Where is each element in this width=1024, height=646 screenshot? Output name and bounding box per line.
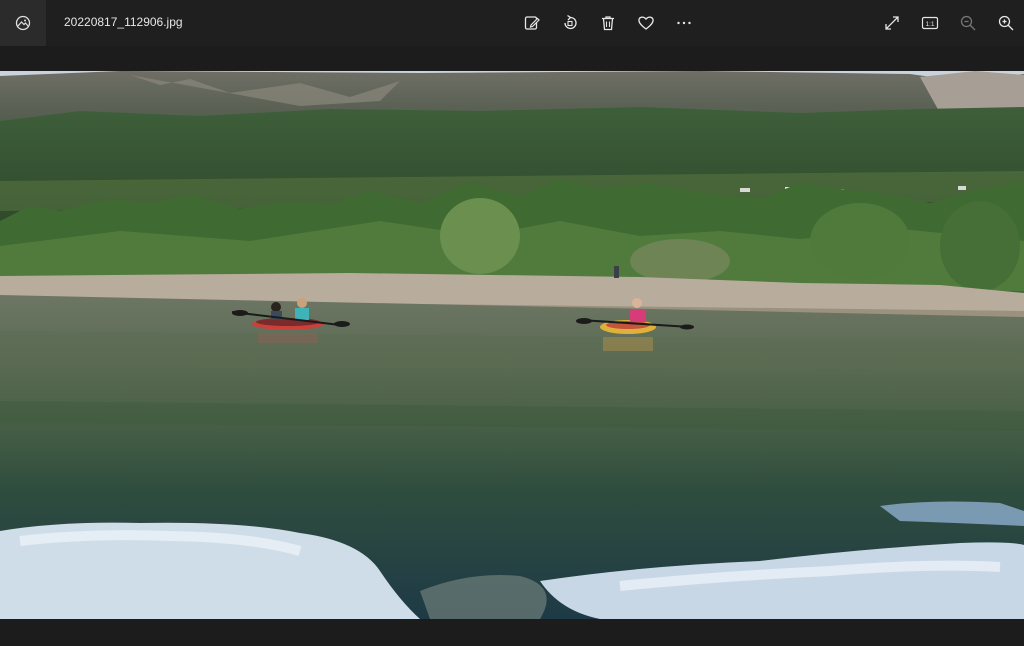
rotate-icon — [564, 14, 577, 30]
zoom-in-icon — [998, 15, 1014, 31]
more-options-button[interactable] — [672, 11, 696, 35]
fullscreen-icon — [885, 16, 899, 30]
edit-image-button[interactable] — [520, 11, 544, 35]
file-name: 20220817_112906.jpg — [64, 15, 183, 29]
top-toolbar: 20220817_112906.jpg 1:1 — [0, 0, 1024, 46]
rotate-button[interactable] — [558, 11, 582, 35]
viewer-margin-top — [0, 46, 1024, 71]
zoom-in-button[interactable] — [994, 11, 1018, 35]
photos-app-icon — [15, 15, 31, 31]
delete-button[interactable] — [596, 11, 620, 35]
zoom-out-button[interactable] — [956, 11, 980, 35]
fullscreen-button[interactable] — [880, 11, 904, 35]
actual-size-button[interactable]: 1:1 — [918, 11, 942, 35]
svg-text:1:1: 1:1 — [925, 21, 934, 28]
zoom-out-icon — [960, 15, 976, 31]
kayakers-on-mountain-lake-photo — [0, 71, 1024, 619]
viewer-bottom-bar — [0, 619, 1024, 646]
photos-app-button[interactable] — [0, 0, 46, 46]
favorite-heart-icon — [638, 16, 654, 30]
edit-image-icon — [524, 16, 540, 30]
actual-size-icon: 1:1 — [921, 16, 939, 30]
favorite-button[interactable] — [634, 11, 658, 35]
more-options-icon — [677, 21, 691, 25]
delete-icon — [602, 16, 614, 31]
photo-viewer[interactable] — [0, 71, 1024, 619]
